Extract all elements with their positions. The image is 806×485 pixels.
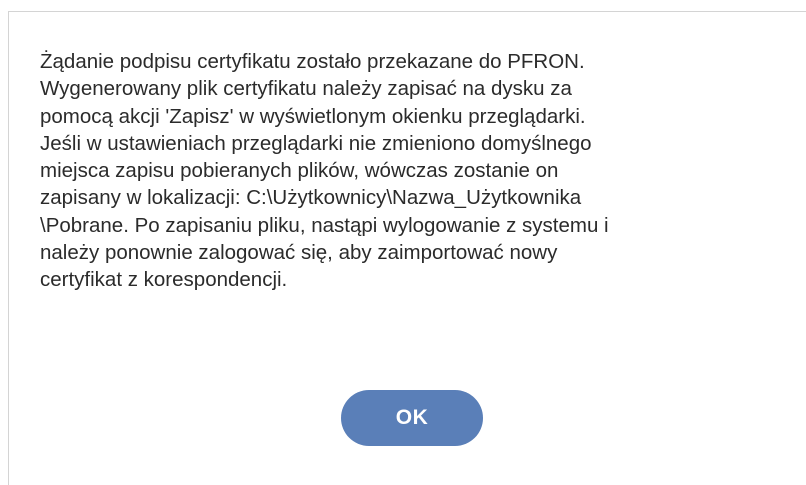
message-line: miejsca zapisu pobieranych plików, wówcz… — [40, 159, 559, 183]
message-line: należy ponownie zalogować się, aby zaimp… — [40, 241, 558, 265]
message-line: pomocą akcji 'Zapisz' w wyświetlonym oki… — [40, 104, 586, 128]
message-line: Jeśli w ustawieniach przeglądarki nie zm… — [40, 131, 592, 155]
message-line: zapisany w lokalizacji: C:\Użytkownicy\N… — [40, 186, 582, 210]
message-line: certyfikat z korespondencji. — [40, 268, 288, 292]
message-line: Wygenerowany plik certyfikatu należy zap… — [40, 77, 572, 101]
message-dialog: Żądanie podpisu certyfikatu zostało prze… — [8, 11, 806, 485]
message-line: Żądanie podpisu certyfikatu zostało prze… — [40, 50, 585, 73]
message-line: \Pobrane. Po zapisaniu pliku, nastąpi wy… — [40, 213, 609, 237]
ok-button[interactable]: OK — [341, 390, 483, 446]
dialog-message: Żądanie podpisu certyfikatu zostało prze… — [40, 48, 780, 294]
